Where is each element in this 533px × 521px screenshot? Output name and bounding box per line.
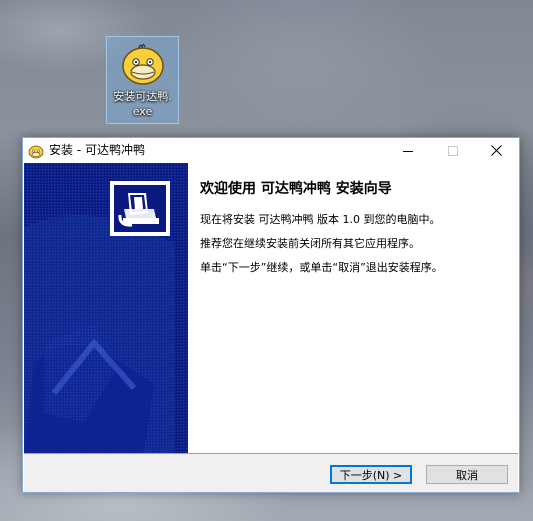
next-button[interactable]: 下一步(N) > [330,465,412,484]
desktop-icon-label-line2: exe [132,105,153,118]
wizard-side-image [24,163,188,453]
minimize-icon [402,150,413,152]
close-apps-recommendation-text: 推荐您在继续安装前关闭所有其它应用程序。 [200,237,420,250]
desktop-icon-label-line1: 安装可达鸭. [113,90,172,103]
maximize-button[interactable] [430,138,475,163]
install-info-text: 现在将安装 可达鸭冲鸭 版本 1.0 到您的电脑中。 [200,213,441,226]
desktop: 安装可达鸭. exe 安装 - 可达鸭冲鸭 欢迎使用 可达鸭冲鸭 安装向导 现在… [0,0,533,521]
welcome-heading: 欢迎使用 可达鸭冲鸭 安装向导 [200,181,392,197]
button-bar: 下一步(N) > 取消 [24,454,518,492]
setup-wizard-graphic [24,163,188,453]
close-icon [491,145,502,156]
maximize-icon [447,145,458,156]
title-bar[interactable]: 安装 - 可达鸭冲鸭 [23,138,519,163]
window-title: 安装 - 可达鸭冲鸭 [49,143,145,157]
welcome-content: 欢迎使用 可达鸭冲鸭 安装向导 现在将安装 可达鸭冲鸭 版本 1.0 到您的电脑… [188,163,519,453]
next-or-cancel-instruction-text: 单击“下一步”继续，或单击“取消”退出安装程序。 [200,261,443,274]
minimize-button[interactable] [385,138,430,163]
installer-window: 安装 - 可达鸭冲鸭 欢迎使用 可达鸭冲鸭 安装向导 现在将安装 可达鸭冲鸭 版… [22,137,520,493]
psyduck-icon [122,43,164,85]
close-button[interactable] [474,138,519,163]
cancel-button[interactable]: 取消 [426,465,508,484]
desktop-file-icon[interactable]: 安装可达鸭. exe [106,36,179,124]
psyduck-app-icon [28,145,44,159]
